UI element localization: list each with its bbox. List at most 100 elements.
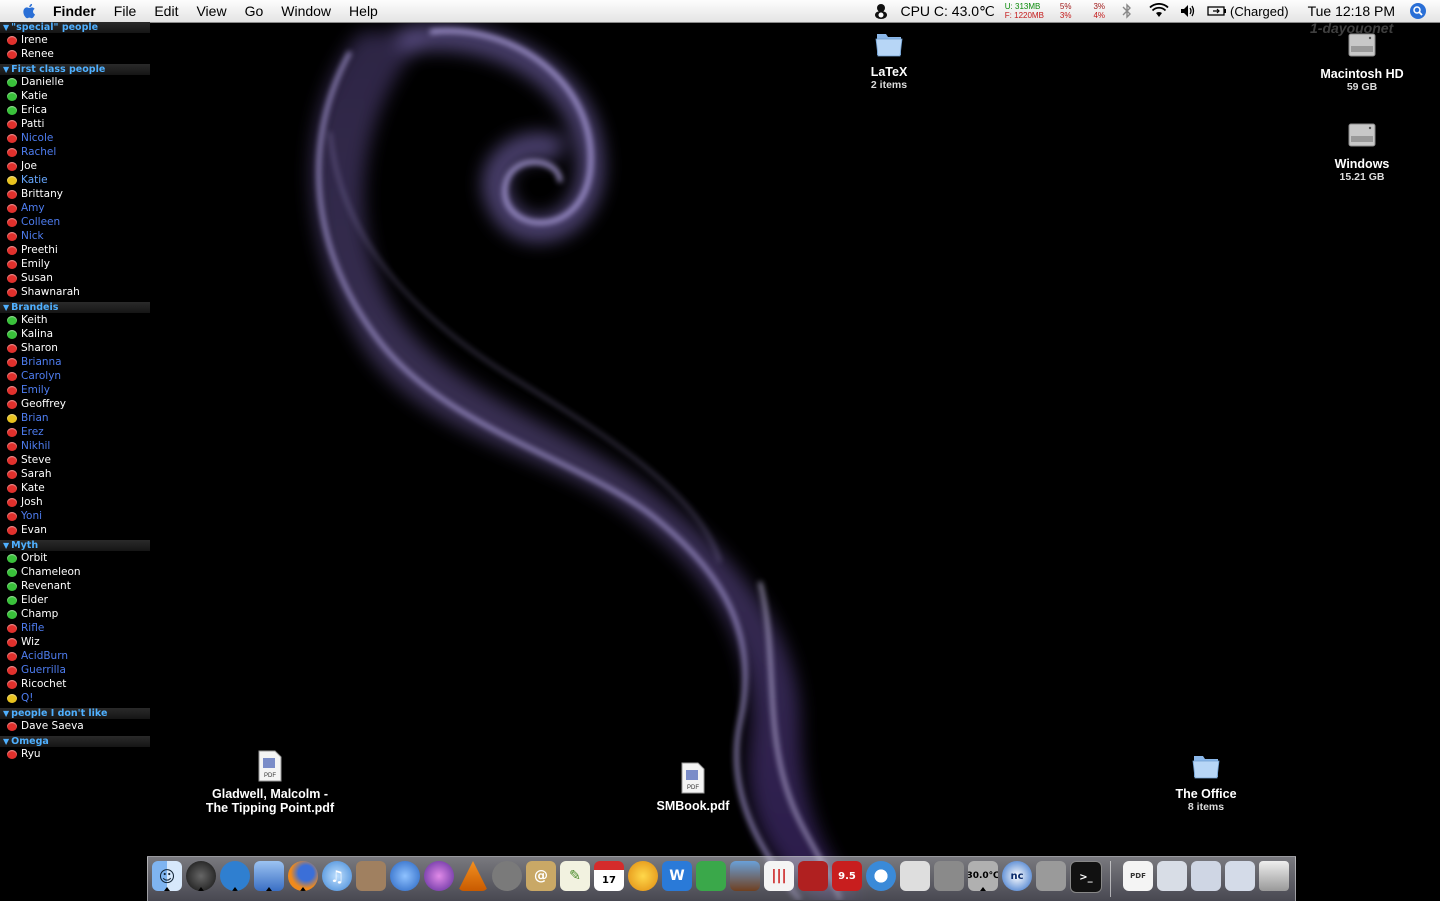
menu-help[interactable]: Help [340,0,387,22]
itunes-icon[interactable]: ♫ [322,861,352,891]
buddy-group-header[interactable]: ▼ people I don't like [0,708,150,719]
textedit-icon[interactable]: ✎ [560,861,590,891]
disclosure-triangle-icon[interactable]: ▼ [3,65,9,74]
buddy-list-item[interactable]: Katie [0,89,150,103]
disclosure-triangle-icon[interactable]: ▼ [3,303,9,312]
app-menu-finder[interactable]: Finder [53,0,105,22]
nc-app-icon[interactable]: nc [1002,861,1032,891]
word-icon[interactable]: W [662,861,692,891]
vlc-icon[interactable] [458,861,488,891]
buddy-list-item[interactable]: Patti [0,117,150,131]
buddy-group-header[interactable]: ▼ Brandeis [0,302,150,313]
menu-file[interactable]: File [105,0,146,22]
buddy-list-item[interactable]: Evan [0,523,150,537]
system-prefs-icon[interactable] [934,861,964,891]
iphoto-icon[interactable] [628,861,658,891]
buddy-list-item[interactable]: Elder [0,593,150,607]
buddy-list-item[interactable]: Nick [0,229,150,243]
disclosure-triangle-icon[interactable]: ▼ [3,709,9,718]
buddy-list-item[interactable]: Emily [0,257,150,271]
window-stack-icon[interactable] [1191,861,1221,891]
buddy-list-item[interactable]: Q! [0,691,150,705]
menu-view[interactable]: View [187,0,235,22]
fish-app-icon[interactable] [492,861,522,891]
buddy-list-item[interactable]: Sharon [0,341,150,355]
buddy-group-header[interactable]: ▼ Omega [0,736,150,747]
orb-app-icon[interactable] [424,861,454,891]
desktop-icon-smbook-pdf[interactable]: PDF SMBook.pdf [643,762,743,813]
apple-menu-icon[interactable] [20,2,38,20]
clock[interactable]: Tue 12:18 PM [1308,3,1395,19]
desktop-icon-the-office[interactable]: The Office 8 items [1166,750,1246,813]
buddy-list-item[interactable]: AcidBurn [0,649,150,663]
bluetooth-icon[interactable] [1121,3,1133,19]
cpu-load-monitor-1[interactable]: 5% 3% [1060,2,1072,20]
menu-edit[interactable]: Edit [145,0,187,22]
acrobat-icon[interactable]: 9.5 [832,861,862,891]
terminal-icon[interactable]: >_ [1070,861,1102,893]
safari-icon[interactable] [866,861,896,891]
buddy-list-item[interactable]: Kalina [0,327,150,341]
finder-icon[interactable]: ☺ [152,861,182,891]
ical-icon[interactable]: 17 [594,861,624,891]
buddy-list-item[interactable]: Orbit [0,551,150,565]
buddy-list-item[interactable]: Chameleon [0,565,150,579]
buddy-list-item[interactable]: Rifle [0,621,150,635]
buddy-list-item[interactable]: Brittany [0,187,150,201]
red-app-icon[interactable] [798,861,828,891]
buddy-list-item[interactable]: Yoni [0,509,150,523]
buddy-list-item[interactable]: Renee [0,47,150,61]
adium-icon[interactable] [220,861,250,891]
photo-app-icon[interactable] [730,861,760,891]
pdf-document-icon[interactable]: PDF [1123,861,1153,891]
disclosure-triangle-icon[interactable]: ▼ [3,541,9,550]
wifi-icon[interactable] [1149,3,1169,19]
printer-icon[interactable] [900,861,930,891]
buddy-list-item[interactable]: Nicole [0,131,150,145]
network-app-icon[interactable] [696,861,726,891]
buddy-list-item[interactable]: Wiz [0,635,150,649]
buddy-list-item[interactable]: Joe [0,159,150,173]
buddy-list-item[interactable]: Amy [0,201,150,215]
ichat-icon[interactable] [390,861,420,891]
address-book-icon[interactable]: @ [526,861,556,891]
buddy-list-item[interactable]: Erez [0,425,150,439]
menu-go[interactable]: Go [236,0,273,22]
buddy-list-item[interactable]: Dave Saeva [0,719,150,733]
spotlight-icon[interactable] [1409,2,1427,20]
buddy-list-item[interactable]: Champ [0,607,150,621]
buddy-list-item[interactable]: Josh [0,495,150,509]
volume-icon[interactable] [1179,3,1199,19]
battery-menu[interactable]: (Charged) [1207,4,1289,19]
desktop-icon-latex[interactable]: LaTeX 2 items [849,28,929,91]
buddy-list-item[interactable]: Rachel [0,145,150,159]
trash-icon[interactable] [1259,861,1289,891]
buddy-list-item[interactable]: Katie [0,173,150,187]
buddy-list-item[interactable]: Ricochet [0,677,150,691]
buddy-list-item[interactable]: Preethi [0,243,150,257]
buddy-list-item[interactable]: Irene [0,33,150,47]
adium-duck-icon[interactable] [872,2,890,20]
buddy-list-item[interactable]: Erica [0,103,150,117]
window-stack-icon[interactable] [1225,861,1255,891]
buddy-group-header[interactable]: ▼ "special" people [0,22,150,33]
disclosure-triangle-icon[interactable]: ▼ [3,737,9,746]
menu-window[interactable]: Window [272,0,340,22]
mail-icon[interactable] [254,861,284,891]
script-editor-icon[interactable] [356,861,386,891]
desktop-icon-gladwell-pdf[interactable]: PDF Gladwell, Malcolm - The Tipping Poin… [190,750,350,815]
desktop-icon-macintosh-hd[interactable]: Macintosh HD 59 GB [1312,28,1412,93]
cpu-temperature-menu[interactable]: CPU C: 43.0℃ [900,3,994,20]
buddy-group-header[interactable]: ▼ First class people [0,64,150,75]
buddy-list-item[interactable]: Danielle [0,75,150,89]
temperature-widget-icon[interactable]: 30.0℃ [968,861,998,891]
buddy-group-header[interactable]: ▼ Myth [0,540,150,551]
buddy-list-item[interactable]: Guerrilla [0,663,150,677]
cpu-load-monitor-2[interactable]: 3% 4% [1093,2,1105,20]
buddy-list-item[interactable]: Carolyn [0,369,150,383]
disclosure-triangle-icon[interactable]: ▼ [3,23,9,32]
dashboard-icon[interactable] [186,861,216,891]
buddy-list-item[interactable]: Ryu [0,747,150,761]
desktop-icon-windows[interactable]: Windows 15.21 GB [1312,118,1412,183]
firefox-icon[interactable] [288,861,318,891]
